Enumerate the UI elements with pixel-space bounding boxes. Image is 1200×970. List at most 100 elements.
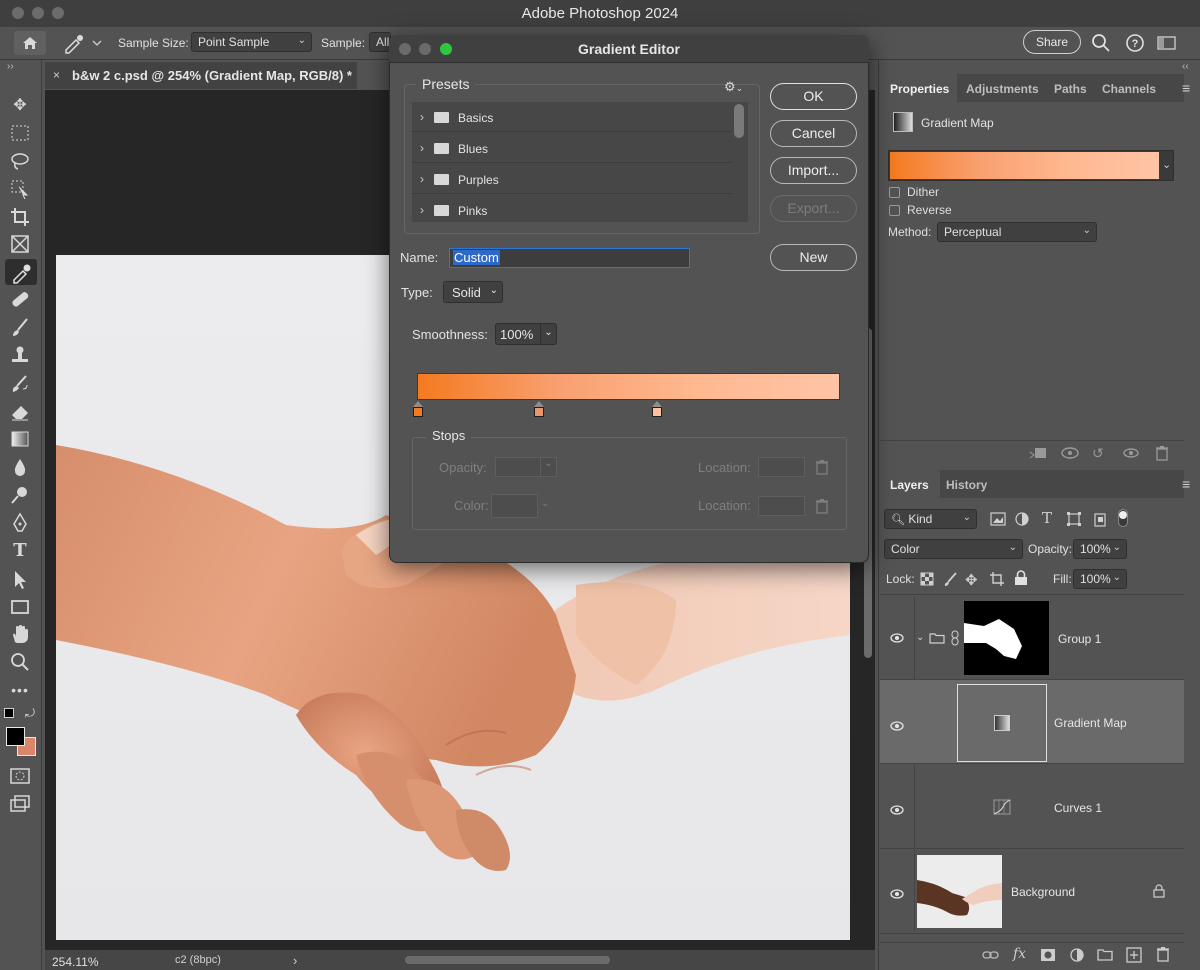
quick-mask-icon[interactable]	[8, 765, 32, 787]
close-document-icon[interactable]: ×	[53, 68, 60, 82]
collapse-panels-icon[interactable]: ‹‹	[1182, 61, 1189, 72]
filter-shape-layers-icon[interactable]	[1067, 512, 1081, 529]
document-info[interactable]: c2 (8bpc)	[175, 954, 221, 966]
filter-type-layers-icon[interactable]: T	[1042, 509, 1052, 527]
tab-layers[interactable]: Layers	[890, 478, 929, 492]
filter-adjustment-layers-icon[interactable]	[1015, 512, 1029, 529]
horizontal-scrollbar[interactable]	[405, 956, 610, 964]
ok-button[interactable]: OK	[770, 83, 857, 110]
collapse-toolbar-icon[interactable]: ››	[7, 61, 14, 72]
frame-tool-icon[interactable]	[8, 233, 32, 255]
add-mask-icon[interactable]	[1040, 948, 1056, 965]
chevron-right-icon[interactable]: ›	[420, 172, 424, 186]
layer-row-curves-1[interactable]	[880, 765, 1184, 849]
smoothness-field[interactable]: 100% ⌄	[495, 323, 557, 345]
default-colors-icon[interactable]	[4, 708, 14, 718]
crop-tool-icon[interactable]	[8, 206, 32, 228]
layer-filter-kind-dropdown[interactable]: 🔍︎ Kind ⌄	[884, 509, 977, 529]
opacity-field[interactable]: 100% ⌄	[1073, 539, 1127, 559]
blur-tool-icon[interactable]	[8, 456, 32, 478]
layers-panel-menu-icon[interactable]: ≡	[1182, 476, 1190, 492]
color-stop-marker[interactable]	[413, 407, 423, 417]
export-button[interactable]: Export...	[770, 195, 857, 222]
dodge-tool-icon[interactable]	[8, 484, 32, 506]
filter-toggle-switch[interactable]	[1118, 509, 1128, 527]
fill-field[interactable]: 100% ⌄	[1073, 569, 1127, 589]
lock-artboard-icon[interactable]	[989, 571, 1005, 590]
swap-colors-icon[interactable]: ⤾	[25, 706, 35, 721]
chevron-right-icon[interactable]: ›	[420, 110, 424, 124]
lock-position-icon[interactable]: ✥	[965, 571, 978, 589]
hand-tool-icon[interactable]	[8, 623, 32, 645]
visibility-eye-icon[interactable]	[890, 630, 904, 646]
eyedropper-tool-icon[interactable]	[5, 259, 37, 285]
delete-adjustment-icon[interactable]	[1155, 445, 1169, 464]
path-selection-tool-icon[interactable]	[8, 568, 32, 590]
clip-to-layer-icon[interactable]	[1028, 446, 1048, 463]
stop-opacity-field[interactable]: ⌄	[495, 457, 557, 477]
tab-history[interactable]: History	[946, 478, 987, 492]
opacity-location-field[interactable]	[758, 457, 805, 477]
object-selection-tool-icon[interactable]	[8, 178, 32, 200]
link-layers-icon[interactable]	[982, 948, 1000, 965]
gradient-tool-icon[interactable]	[8, 428, 32, 450]
zoom-level[interactable]: 254.11%	[52, 955, 98, 969]
chevron-down-icon[interactable]: ⌄	[541, 498, 549, 509]
screen-mode-icon[interactable]	[8, 793, 32, 815]
gradient-bar[interactable]	[417, 373, 840, 400]
sample-size-dropdown[interactable]: Point Sample ⌄	[191, 32, 312, 52]
type-tool-icon[interactable]: T	[8, 540, 32, 562]
marquee-tool-icon[interactable]	[8, 122, 32, 144]
new-adjustment-layer-icon[interactable]	[1069, 947, 1085, 966]
lasso-tool-icon[interactable]	[8, 150, 32, 172]
dither-checkbox[interactable]	[889, 187, 900, 198]
filter-smart-objects-icon[interactable]	[1093, 511, 1107, 530]
sample-dropdown[interactable]: All	[369, 32, 391, 52]
foreground-color-swatch[interactable]	[6, 727, 25, 746]
healing-brush-tool-icon[interactable]	[8, 288, 32, 310]
tab-channels[interactable]: Channels	[1102, 82, 1156, 96]
chevron-down-icon[interactable]: ⌄	[1162, 158, 1171, 171]
name-input[interactable]: Custom	[449, 248, 690, 268]
color-stop-marker[interactable]	[533, 407, 544, 417]
home-button[interactable]	[14, 31, 46, 55]
lock-transparent-pixels-icon[interactable]	[920, 572, 934, 589]
visibility-eye-icon[interactable]	[890, 718, 904, 734]
tab-properties[interactable]: Properties	[890, 82, 949, 96]
chevron-right-icon[interactable]: ›	[420, 141, 424, 155]
new-group-icon[interactable]	[1097, 948, 1113, 965]
help-button[interactable]: ?	[1125, 33, 1145, 53]
eyedropper-tool-preset[interactable]	[62, 32, 102, 54]
search-button[interactable]	[1091, 33, 1111, 53]
visibility-icon[interactable]	[1122, 446, 1140, 463]
move-tool-icon[interactable]: ✥	[8, 95, 32, 117]
brush-tool-icon[interactable]	[8, 316, 32, 338]
gradient-preview[interactable]	[890, 152, 1159, 179]
cancel-button[interactable]: Cancel	[770, 120, 857, 147]
new-button[interactable]: New	[770, 244, 857, 271]
new-layer-icon[interactable]	[1126, 947, 1142, 966]
presets-scrollbar[interactable]	[734, 104, 744, 138]
layer-effects-icon[interactable]: fx	[1013, 946, 1026, 962]
reset-icon[interactable]: ↺	[1092, 445, 1104, 462]
visibility-eye-icon[interactable]	[890, 886, 904, 902]
import-button[interactable]: Import...	[770, 157, 857, 184]
type-dropdown[interactable]: Solid ⌄	[443, 281, 503, 303]
background-thumbnail[interactable]	[917, 855, 1002, 928]
lock-image-pixels-icon[interactable]	[943, 571, 959, 590]
pen-tool-icon[interactable]	[8, 512, 32, 534]
rectangle-tool-icon[interactable]	[8, 596, 32, 618]
history-brush-tool-icon[interactable]	[8, 372, 32, 394]
chevron-right-icon[interactable]: ›	[420, 203, 424, 217]
reverse-checkbox[interactable]	[889, 205, 900, 216]
workspace-button[interactable]	[1157, 35, 1177, 51]
panel-menu-icon[interactable]: ≡	[1182, 80, 1190, 96]
presets-gear-icon[interactable]: ⚙⌄	[724, 79, 743, 95]
eraser-tool-icon[interactable]	[8, 400, 32, 422]
color-location-field[interactable]	[758, 496, 805, 516]
delete-opacity-stop-icon[interactable]	[815, 459, 829, 478]
more-tools-icon[interactable]: •••	[8, 679, 32, 701]
gradient-map-thumbnail[interactable]	[957, 684, 1047, 762]
zoom-tool-icon[interactable]	[8, 651, 32, 673]
visibility-eye-icon[interactable]	[890, 802, 904, 818]
